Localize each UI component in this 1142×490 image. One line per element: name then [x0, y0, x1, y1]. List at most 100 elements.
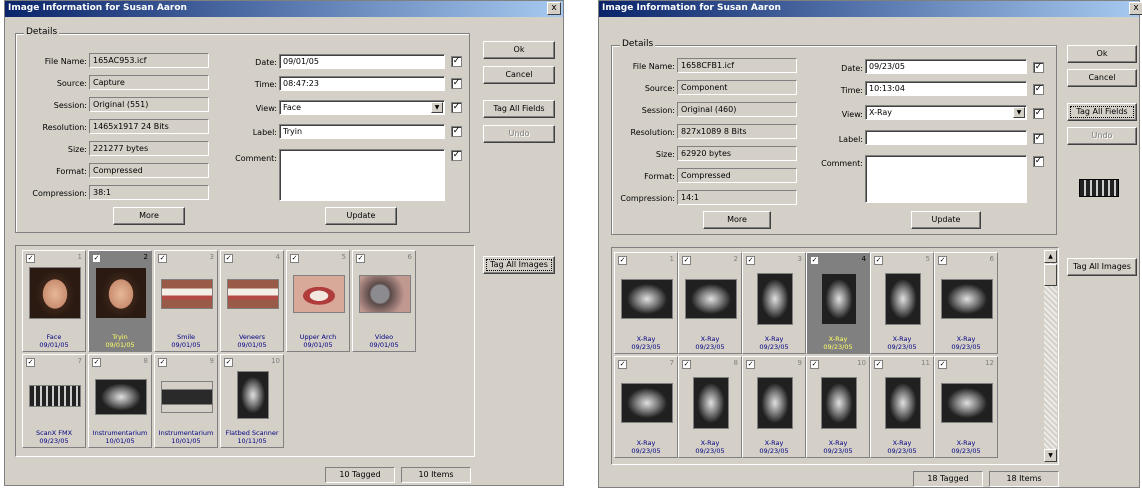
date-field[interactable]: 09/23/05 [865, 59, 1027, 74]
thumbnail-tag-checkbox[interactable]: ✓ [92, 254, 101, 263]
comment-tag-checkbox[interactable]: ✓ [1033, 156, 1044, 167]
thumbnail-tag-checkbox[interactable]: ✓ [682, 256, 691, 265]
tag-all-fields-button[interactable]: Tag All Fields [1067, 103, 1137, 121]
thumbnail-gallery[interactable]: ✓ 1 X-Ray 09/23/05 ✓ 2 X-Ray 09/23/05 ✓ … [611, 247, 1059, 465]
time-field[interactable]: 08:47:23 [279, 76, 445, 91]
thumbnail-6[interactable]: ✓ 6 X-Ray 09/23/05 [934, 252, 998, 354]
thumbnail-10[interactable]: ✓ 10 X-Ray 09/23/05 [806, 356, 870, 458]
thumbnail-4[interactable]: ✓ 4 Veneers 09/01/05 [220, 250, 284, 352]
thumbnail-tag-checkbox[interactable]: ✓ [938, 256, 947, 265]
undo-button[interactable]: Undo [1067, 127, 1137, 145]
thumbnail-7[interactable]: ✓ 7 X-Ray 09/23/05 [614, 356, 678, 458]
thumbnail-date: 09/23/05 [759, 447, 789, 455]
label-tag-checkbox[interactable]: ✓ [451, 126, 462, 137]
thumbnail-name: Video [374, 333, 394, 341]
thumbnail-tag-checkbox[interactable]: ✓ [26, 358, 35, 367]
close-button[interactable]: x [547, 2, 561, 15]
thumbnail-tag-checkbox[interactable]: ✓ [158, 254, 167, 263]
xray-image [941, 279, 993, 319]
thumbnail-1[interactable]: ✓ 1 X-Ray 09/23/05 [614, 252, 678, 354]
thumbnail-4[interactable]: ✓ 4 X-Ray 09/23/05 [806, 252, 870, 354]
more-button[interactable]: More [113, 207, 185, 225]
thumbnail-6[interactable]: ✓ 6 Video 09/01/05 [352, 250, 416, 352]
thumbnail-tag-checkbox[interactable]: ✓ [224, 358, 233, 367]
thumbnail-tag-checkbox[interactable]: ✓ [810, 256, 819, 265]
ok-button[interactable]: Ok [483, 41, 555, 59]
scroll-thumb[interactable] [1044, 264, 1057, 286]
thumbnail-tag-checkbox[interactable]: ✓ [618, 256, 627, 265]
thumbnail-5[interactable]: ✓ 5 X-Ray 09/23/05 [870, 252, 934, 354]
tag-all-images-button[interactable]: Tag All Images [1067, 258, 1137, 276]
thumbnail-tag-checkbox[interactable]: ✓ [26, 254, 35, 263]
thumbnail-number: 5 [925, 255, 930, 263]
ok-button[interactable]: Ok [1067, 45, 1137, 63]
thumbnail-11[interactable]: ✓ 11 X-Ray 09/23/05 [870, 356, 934, 458]
view-select[interactable]: Face ▼ [279, 100, 445, 115]
thumbnail-tag-checkbox[interactable]: ✓ [158, 358, 167, 367]
thumbnail-gallery[interactable]: ✓ 1 Face 09/01/05 ✓ 2 Tryin 09/01/05 ✓ 3… [15, 245, 475, 457]
thumbnail-1[interactable]: ✓ 1 Face 09/01/05 [22, 250, 86, 352]
chevron-down-icon[interactable]: ▼ [1013, 107, 1025, 118]
label-field[interactable]: Tryin [279, 124, 445, 139]
thumbnail-tag-checkbox[interactable]: ✓ [810, 360, 819, 369]
comment-tag-checkbox[interactable]: ✓ [451, 150, 462, 161]
thumbnail-number: 6 [407, 253, 412, 261]
face-photo [29, 267, 81, 319]
date-field[interactable]: 09/01/05 [279, 54, 445, 69]
label-tag-checkbox[interactable]: ✓ [1033, 133, 1044, 144]
thumbnail-10[interactable]: ✓ 10 Flatbed Scanner 10/11/05 [220, 354, 284, 448]
update-button[interactable]: Update [325, 207, 397, 225]
thumbnail-tag-checkbox[interactable]: ✓ [874, 360, 883, 369]
thumbnail-tag-checkbox[interactable]: ✓ [746, 256, 755, 265]
cancel-button[interactable]: Cancel [483, 66, 555, 84]
xray-image [693, 377, 729, 429]
view-select[interactable]: X-Ray ▼ [865, 105, 1027, 120]
thumbnail-tag-checkbox[interactable]: ✓ [682, 360, 691, 369]
thumbnail-tag-checkbox[interactable]: ✓ [224, 254, 233, 263]
update-button[interactable]: Update [911, 211, 981, 229]
thumbnail-8[interactable]: ✓ 8 Instrumentarium 10/01/05 [88, 354, 152, 448]
scroll-up-icon[interactable]: ▲ [1044, 250, 1057, 263]
thumbnail-name: Instrumentarium [92, 429, 148, 437]
thumbnail-tag-checkbox[interactable]: ✓ [618, 360, 627, 369]
thumbnail-name: X-Ray [828, 439, 848, 447]
thumbnail-5[interactable]: ✓ 5 Upper Arch 09/01/05 [286, 250, 350, 352]
scroll-down-icon[interactable]: ▼ [1044, 449, 1057, 462]
time-tag-checkbox[interactable]: ✓ [451, 78, 462, 89]
view-tag-checkbox[interactable]: ✓ [1033, 108, 1044, 119]
more-button[interactable]: More [703, 211, 771, 229]
thumbnail-3[interactable]: ✓ 3 X-Ray 09/23/05 [742, 252, 806, 354]
gallery-scrollbar[interactable]: ▲ ▼ [1044, 250, 1057, 462]
undo-button[interactable]: Undo [483, 125, 555, 143]
thumbnail-7[interactable]: ✓ 7 ScanX FMX 09/23/05 [22, 354, 86, 448]
comment-field[interactable] [279, 149, 445, 201]
date-tag-checkbox[interactable]: ✓ [1033, 62, 1044, 73]
tag-all-fields-button[interactable]: Tag All Fields [483, 100, 555, 118]
thumbnail-tag-checkbox[interactable]: ✓ [290, 254, 299, 263]
cancel-button[interactable]: Cancel [1067, 69, 1137, 87]
close-button[interactable]: x [1129, 2, 1142, 15]
view-tag-checkbox[interactable]: ✓ [451, 102, 462, 113]
date-tag-checkbox[interactable]: ✓ [451, 56, 462, 67]
thumbnail-tag-checkbox[interactable]: ✓ [874, 256, 883, 265]
thumbnail-8[interactable]: ✓ 8 X-Ray 09/23/05 [678, 356, 742, 458]
thumbnail-date: 09/23/05 [887, 343, 917, 351]
thumbnail-3[interactable]: ✓ 3 Smile 09/01/05 [154, 250, 218, 352]
thumbnail-9[interactable]: ✓ 9 X-Ray 09/23/05 [742, 356, 806, 458]
thumbnail-9[interactable]: ✓ 9 Instrumentarium 10/01/05 [154, 354, 218, 448]
time-field[interactable]: 10:13:04 [865, 81, 1027, 96]
thumbnail-12[interactable]: ✓ 12 X-Ray 09/23/05 [934, 356, 998, 458]
thumbnail-number: 7 [77, 357, 82, 365]
label-field[interactable] [865, 130, 1027, 145]
format-value: Compressed [89, 163, 209, 178]
thumbnail-2[interactable]: ✓ 2 Tryin 09/01/05 [88, 250, 152, 352]
thumbnail-tag-checkbox[interactable]: ✓ [746, 360, 755, 369]
tag-all-images-button[interactable]: Tag All Images [483, 256, 555, 274]
chevron-down-icon[interactable]: ▼ [431, 102, 443, 113]
comment-field[interactable] [865, 155, 1027, 203]
thumbnail-tag-checkbox[interactable]: ✓ [938, 360, 947, 369]
time-tag-checkbox[interactable]: ✓ [1033, 84, 1044, 95]
thumbnail-2[interactable]: ✓ 2 X-Ray 09/23/05 [678, 252, 742, 354]
thumbnail-tag-checkbox[interactable]: ✓ [92, 358, 101, 367]
thumbnail-tag-checkbox[interactable]: ✓ [356, 254, 365, 263]
